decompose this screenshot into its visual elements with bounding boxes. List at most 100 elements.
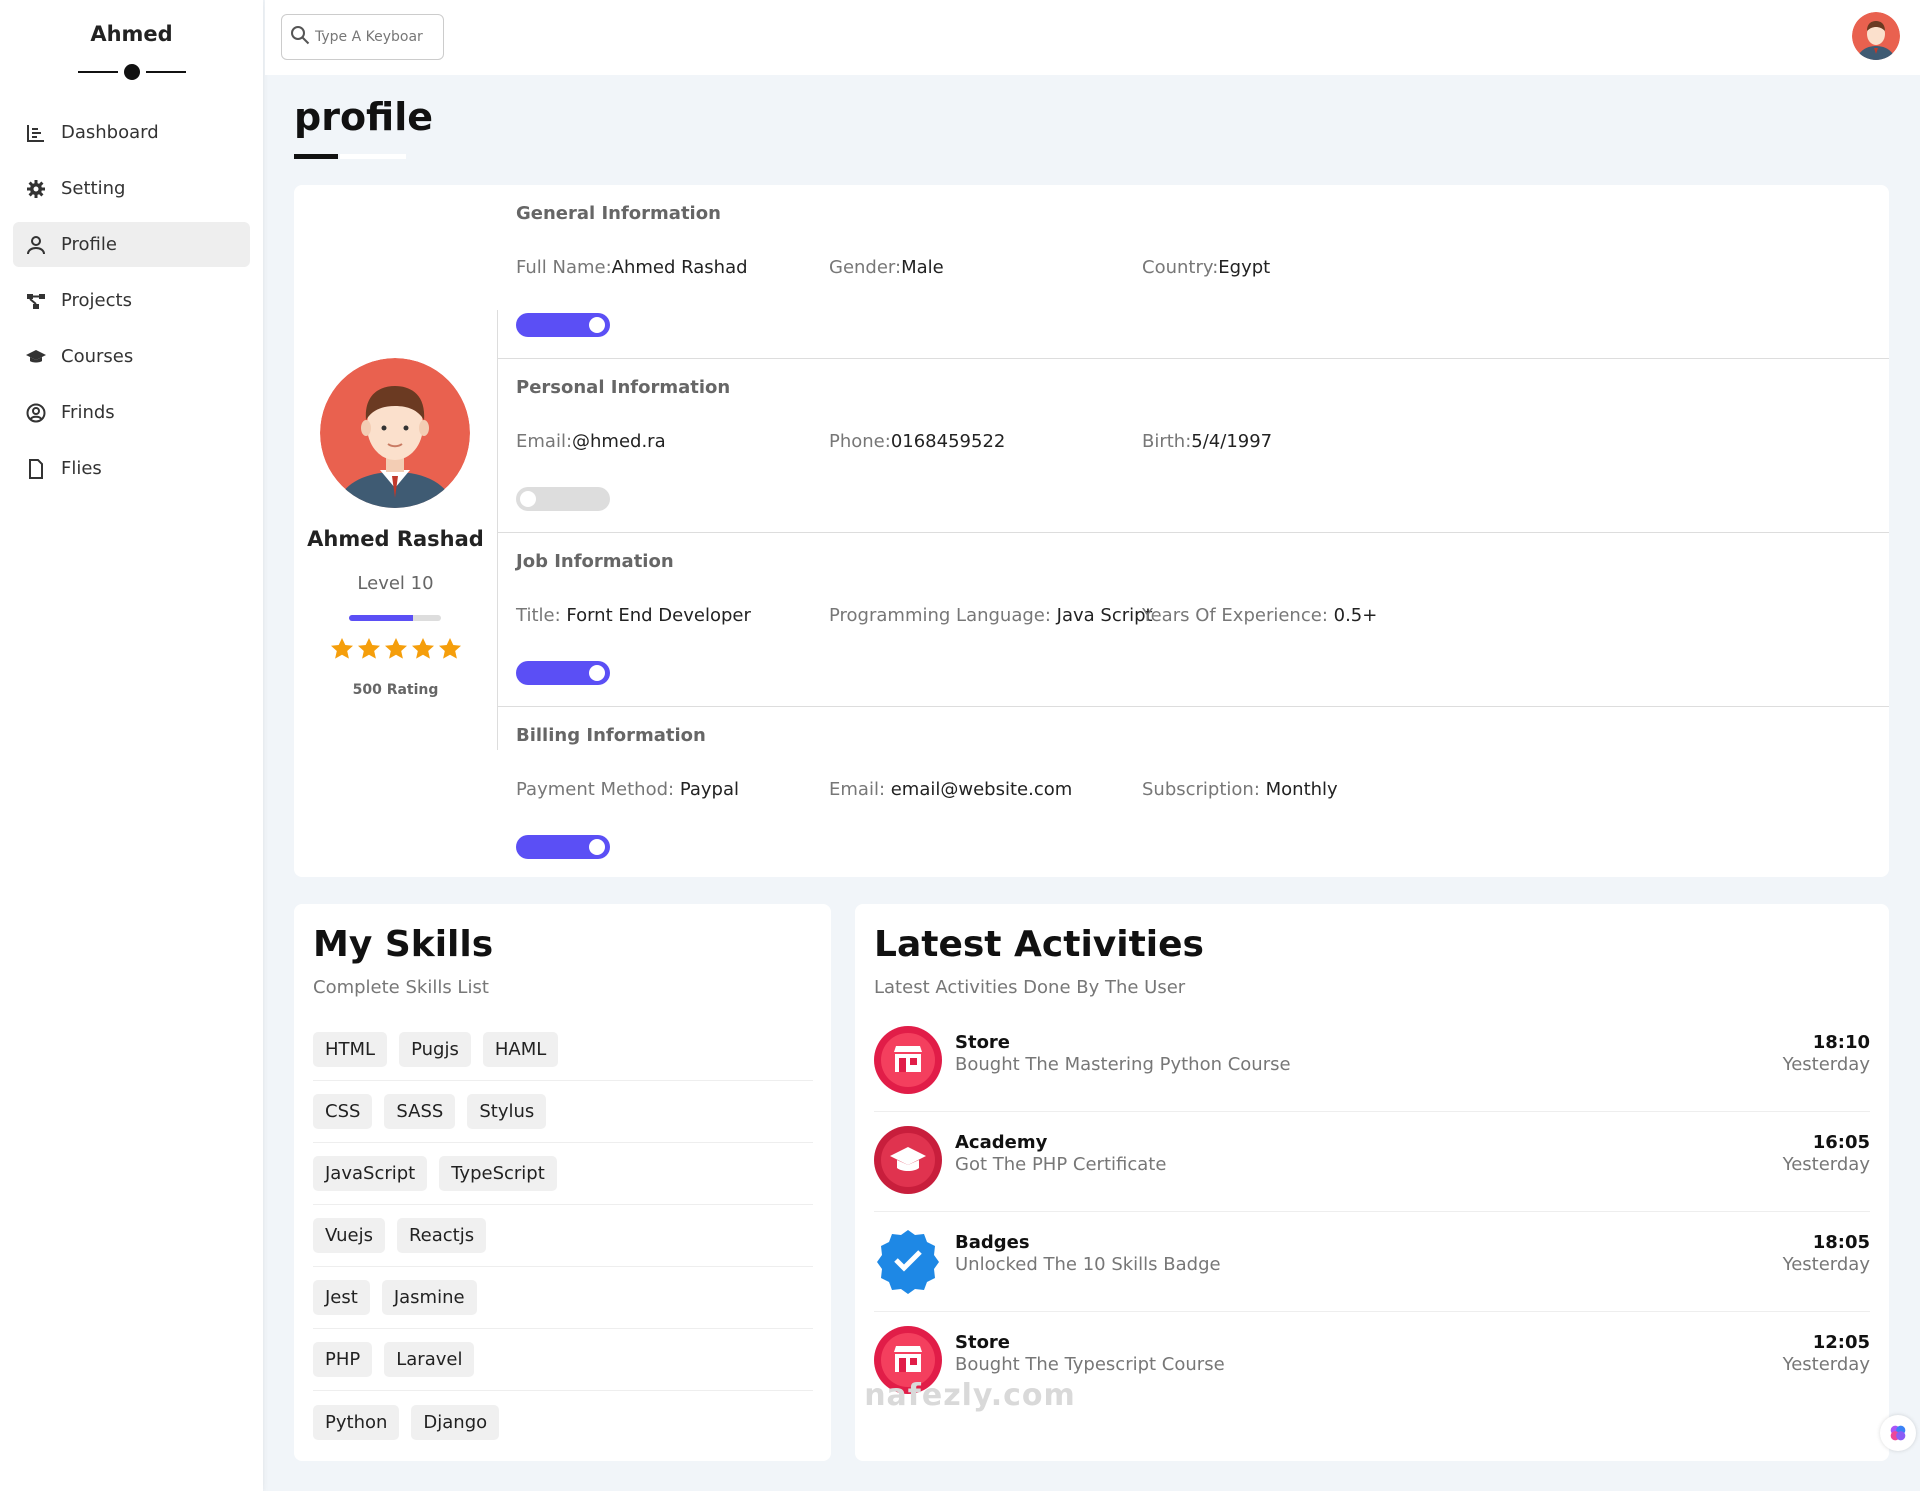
star-icon [439,638,461,659]
sidebar-item-label: Setting [61,178,126,199]
academy-icon [874,1126,942,1194]
field-country: Country:Egypt [1142,257,1271,278]
star-icon [412,638,434,659]
general-information-toggle[interactable] [516,313,610,337]
sidebar-item-frinds[interactable]: Frinds [13,390,250,435]
activity-title: Store [955,1332,1011,1353]
activity-time: 18:10 [1812,1032,1870,1053]
general-information-section: General Information Full Name:Ahmed Rash… [497,185,1889,359]
field-phone: Phone:0168459522 [829,431,1006,452]
profile-summary: Ahmed Rashad Level 10 500 Rating [294,185,497,877]
skill-tag: Laravel [384,1342,475,1377]
skill-tag: Jest [313,1280,370,1315]
skill-tag: TypeScript [439,1156,557,1191]
graduation-cap-icon [25,346,47,368]
user-circle-icon [25,402,47,424]
activity-item: Academy Got The PHP Certificate 16:05 Ye… [874,1112,1870,1212]
activity-day: Yesterday [1782,1254,1870,1275]
skills-subtitle: Complete Skills List [313,977,489,998]
field-birth: Birth:5/4/1997 [1142,431,1273,452]
sidebar-item-label: Dashboard [61,122,159,143]
activity-time: 12:05 [1812,1332,1870,1353]
activity-title: Academy [955,1132,1048,1153]
sidebar-item-flies[interactable]: Flies [13,446,250,491]
activity-title: Badges [955,1232,1030,1253]
gear-icon [25,178,47,200]
skills-title: My Skills [313,924,494,965]
activity-day: Yesterday [1782,1354,1870,1375]
skill-tag: Reactjs [396,1218,487,1253]
field-subscription: Subscription: Monthly [1142,779,1338,800]
search-input[interactable]: Type A Keyboar [281,14,444,60]
sidebar-item-label: Profile [61,234,117,255]
section-title: Personal Information [516,377,731,398]
billing-information-section: Billing Information Payment Method: Payp… [497,707,1889,881]
activity-desc: Bought The Mastering Python Course [955,1054,1291,1075]
job-information-toggle[interactable] [516,661,610,685]
skill-row: Jest Jasmine [313,1267,813,1329]
watermark: nafezly.com [864,1378,1076,1413]
activities-title: Latest Activities [874,924,1204,965]
profile-card: Ahmed Rashad Level 10 500 Rating General… [294,185,1889,877]
job-information-section: Job Information Title: Fornt End Develop… [497,533,1889,707]
personal-information-section: Personal Information Email:@hmed.ra Phon… [497,359,1889,533]
section-title: Billing Information [516,725,706,746]
activity-desc: Bought The Typescript Course [955,1354,1225,1375]
skill-tag: Pugjs [399,1032,471,1067]
skill-row: Vuejs Reactjs [313,1205,813,1267]
rating-stars [330,637,462,661]
sidebar-item-label: Projects [61,290,132,311]
topbar: Type A Keyboar [265,0,1920,75]
activity-time: 18:05 [1812,1232,1870,1253]
activity-item: Store Bought The Mastering Python Course… [874,1012,1870,1112]
level-progress-bar [349,615,441,621]
sidebar-item-projects[interactable]: Projects [13,278,250,323]
field-billing-email: Email: email@website.com [829,779,1073,800]
file-icon [25,458,47,480]
skill-tag: CSS [313,1094,373,1129]
chart-icon [25,122,47,144]
section-title: General Information [516,203,721,224]
brand-mark [78,64,186,80]
skill-tag: HTML [313,1032,388,1067]
profile-level: Level 10 [357,573,434,594]
assistant-brain-icon[interactable] [1880,1415,1916,1451]
skill-tag: SASS [384,1094,456,1129]
sidebar-item-setting[interactable]: Setting [13,166,250,211]
skill-row: PHP Laravel [313,1329,813,1391]
diagram-icon [25,290,47,312]
star-icon [358,638,380,659]
personal-information-toggle[interactable] [516,487,610,511]
skills-card: My Skills Complete Skills List HTML Pugj… [294,904,831,1461]
sidebar-item-label: Courses [61,346,134,367]
profile-name: Ahmed Rashad [307,527,484,551]
sidebar-item-courses[interactable]: Courses [13,334,250,379]
sidebar: Ahmed Dashboard Setting Profile Projects… [0,0,263,1491]
activity-desc: Got The PHP Certificate [955,1154,1167,1175]
title-underline [294,154,338,159]
sidebar-item-label: Flies [61,458,102,479]
field-full-name: Full Name:Ahmed Rashad [516,257,748,278]
badge-check-icon [874,1226,942,1294]
skill-tag: Python [313,1404,400,1440]
skill-tag: Django [411,1404,500,1440]
skill-tag: Jasmine [381,1280,477,1315]
sidebar-item-dashboard[interactable]: Dashboard [13,110,250,155]
star-icon [385,638,407,659]
sidebar-item-label: Frinds [61,402,115,423]
skill-tag: HAML [482,1032,559,1067]
sidebar-item-profile[interactable]: Profile [13,222,250,267]
skill-row: HTML Pugjs HAML [313,1019,813,1081]
rating-count: 500 Rating [352,682,439,698]
star-icon [331,638,353,659]
search-icon [290,25,315,49]
field-gender: Gender:Male [829,257,944,278]
skill-tag: PHP [313,1342,373,1377]
brand-name: Ahmed [90,22,173,46]
billing-information-toggle[interactable] [516,835,610,859]
field-email: Email:@hmed.ra [516,431,666,452]
activity-title: Store [955,1032,1011,1053]
search-placeholder: Type A Keyboar [315,29,423,45]
activity-day: Yesterday [1782,1154,1870,1175]
avatar[interactable] [1852,12,1900,60]
